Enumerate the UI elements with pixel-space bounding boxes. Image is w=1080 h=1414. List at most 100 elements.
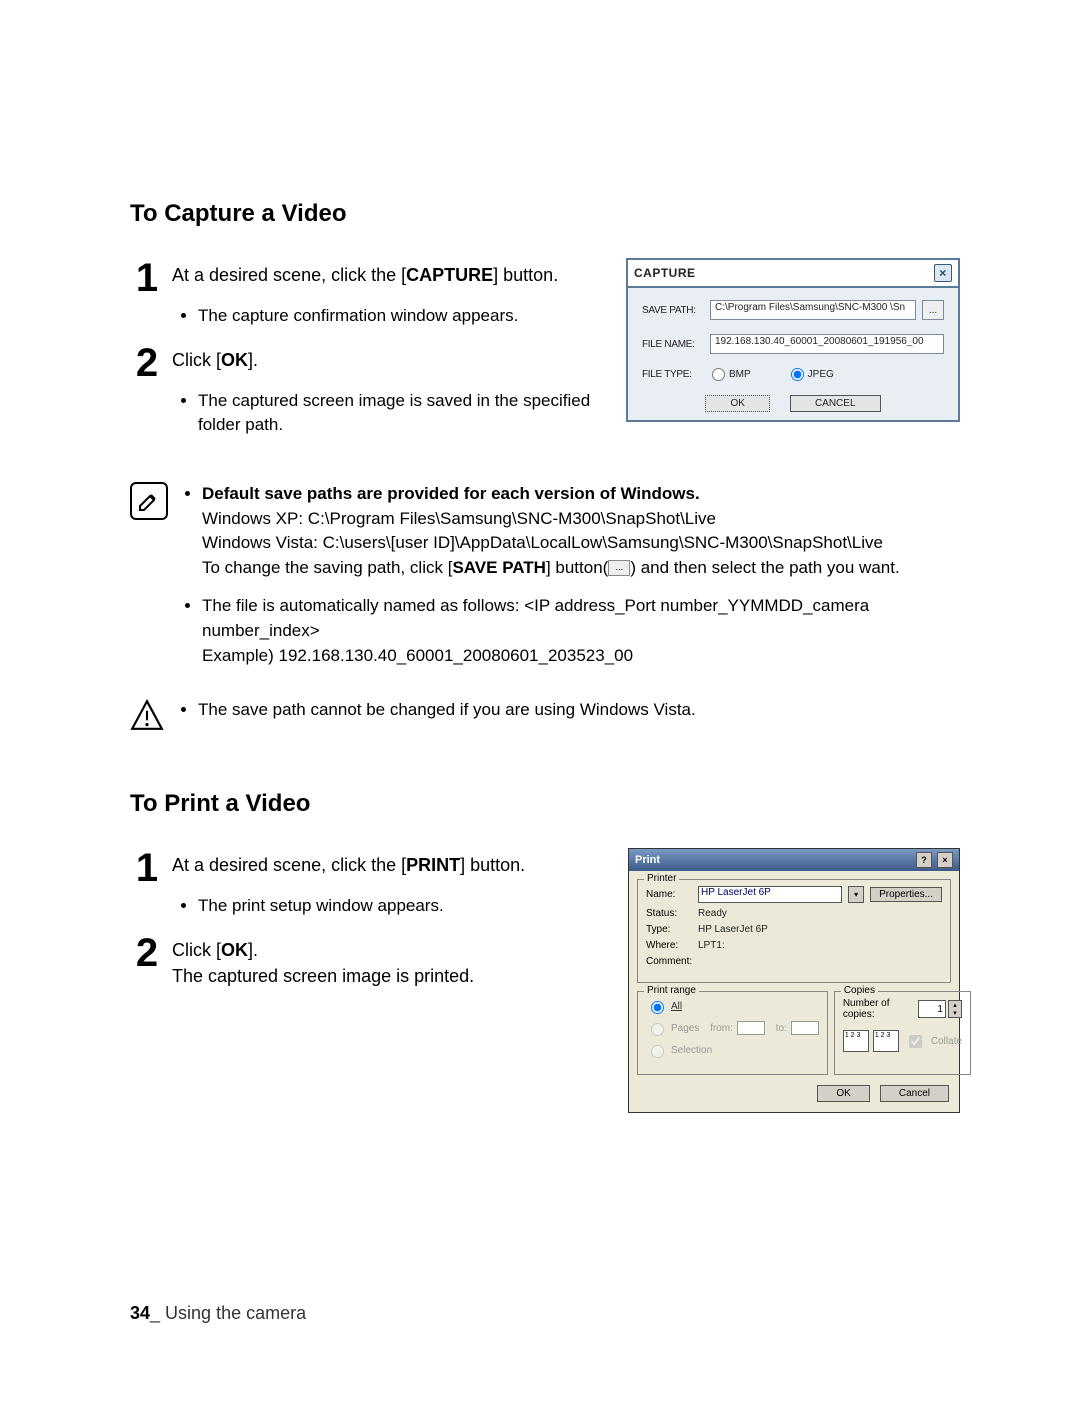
- note-bullet-2: The file is automatically named as follo…: [202, 594, 960, 668]
- printer-fieldset: Printer Name: HP LaserJet 6P ▾ Propertie…: [637, 879, 951, 983]
- note-line: The file is automatically named as follo…: [202, 596, 869, 640]
- collate-icons: 1 2 3 1 2 3: [843, 1030, 899, 1052]
- printer-legend: Printer: [644, 873, 679, 884]
- warning-body: The save path cannot be changed if you a…: [180, 698, 696, 740]
- file-type-jpeg[interactable]: JPEG: [791, 368, 834, 381]
- radio-pages: [651, 1023, 664, 1036]
- ok-keyword: OK: [221, 350, 248, 370]
- note-line: Windows Vista: C:\users\[user ID]\AppDat…: [202, 533, 883, 552]
- file-name-input[interactable]: 192.168.130.40_60001_20080601_191956_00: [710, 334, 944, 354]
- capture-step-1: 1 At a desired scene, click the [CAPTURE…: [130, 258, 596, 298]
- step-number: 1: [130, 848, 164, 888]
- text: ].: [248, 350, 258, 370]
- collate-icon: 1 2 3: [843, 1030, 869, 1052]
- file-type-label: FILE TYPE:: [642, 369, 704, 380]
- radio-label: BMP: [729, 369, 751, 380]
- close-icon[interactable]: ×: [937, 852, 953, 868]
- copies-label: Number of copies:: [843, 998, 918, 1020]
- print-range-fieldset: Print range All Pages from: to: Selectio…: [637, 991, 828, 1075]
- footer-sep: _: [150, 1303, 165, 1323]
- range-pages-label: Pages: [671, 1023, 699, 1034]
- where-value: LPT1:: [698, 940, 725, 951]
- help-icon[interactable]: ?: [916, 852, 932, 868]
- capture-keyword: CAPTURE: [406, 265, 493, 285]
- sub-bullet: The capture confirmation window appears.: [198, 304, 596, 329]
- warning-icon: [130, 698, 164, 740]
- text: Click [: [172, 350, 221, 370]
- note-line: To change the saving path, click [: [202, 558, 452, 577]
- radio-label: JPEG: [808, 369, 834, 380]
- text: ].: [248, 940, 258, 960]
- step-text: At a desired scene, click the [PRINT] bu…: [172, 848, 525, 878]
- print-keyword: PRINT: [406, 855, 460, 875]
- cancel-button[interactable]: Cancel: [880, 1085, 949, 1102]
- step-number: 2: [130, 343, 164, 383]
- page-footer: 34_ Using the camera: [130, 1303, 306, 1324]
- copies-spinner[interactable]: ▴▾: [918, 1000, 962, 1018]
- comment-label: Comment:: [646, 956, 692, 967]
- note-line: ] button(: [546, 558, 608, 577]
- radio-bmp[interactable]: [712, 368, 725, 381]
- step-text: Click [OK].: [172, 343, 258, 373]
- status-label: Status:: [646, 908, 692, 919]
- radio-all[interactable]: [651, 1001, 664, 1014]
- ok-button[interactable]: OK: [705, 395, 769, 412]
- warning-block: The save path cannot be changed if you a…: [130, 698, 960, 740]
- printer-name-select[interactable]: HP LaserJet 6P: [698, 886, 842, 903]
- properties-button[interactable]: Properties...: [870, 887, 942, 902]
- step-number: 1: [130, 258, 164, 298]
- from-label: from:: [710, 1023, 733, 1034]
- capture-left-column: 1 At a desired scene, click the [CAPTURE…: [130, 258, 596, 452]
- close-icon[interactable]: ×: [934, 264, 952, 282]
- section-heading-print: To Print a Video: [130, 790, 960, 818]
- save-path-label: SAVE PATH:: [642, 305, 704, 316]
- text: Click [: [172, 940, 221, 960]
- chevron-down-icon[interactable]: ▾: [848, 886, 864, 903]
- text: ] button.: [460, 855, 525, 875]
- warning-bullet: The save path cannot be changed if you a…: [198, 698, 696, 723]
- collate-checkbox: [909, 1035, 922, 1048]
- print-left-column: 1 At a desired scene, click the [PRINT] …: [130, 848, 598, 995]
- note-icon: [130, 482, 168, 520]
- capture-dialog: CAPTURE × SAVE PATH: C:\Program Files\Sa…: [626, 258, 960, 422]
- print-step-2: 2 Click [OK]. The captured screen image …: [130, 933, 598, 989]
- save-path-input[interactable]: C:\Program Files\Samsung\SNC-M300 \Sn: [710, 300, 916, 320]
- text: At a desired scene, click the [: [172, 855, 406, 875]
- file-type-radios: BMP JPEG: [710, 368, 834, 381]
- footer-chapter: Using the camera: [165, 1303, 306, 1323]
- copies-input[interactable]: [918, 1000, 946, 1018]
- browse-icon: ...: [608, 560, 630, 576]
- cancel-button[interactable]: CANCEL: [790, 395, 881, 412]
- range-selection: Selection: [646, 1042, 819, 1058]
- collate-icon: 1 2 3: [873, 1030, 899, 1052]
- note-bullet-1: Default save paths are provided for each…: [202, 482, 960, 581]
- step-text: At a desired scene, click the [CAPTURE] …: [172, 258, 558, 288]
- note-line: Windows XP: C:\Program Files\Samsung\SNC…: [202, 509, 716, 528]
- range-all-label: All: [671, 1001, 682, 1012]
- range-all[interactable]: All: [646, 998, 819, 1014]
- ok-button[interactable]: OK: [817, 1085, 869, 1102]
- type-value: HP LaserJet 6P: [698, 924, 768, 935]
- file-type-bmp[interactable]: BMP: [712, 368, 751, 381]
- browse-button[interactable]: ...: [922, 300, 944, 320]
- print-dialog: Print ? × Printer Name: HP LaserJet 6P ▾…: [628, 848, 960, 1113]
- note-body: Default save paths are provided for each…: [184, 482, 960, 682]
- spinner-buttons[interactable]: ▴▾: [948, 1000, 962, 1018]
- print-dialog-titlebar: Print ? ×: [629, 849, 959, 871]
- radio-selection: [651, 1045, 664, 1058]
- text: ] button.: [493, 265, 558, 285]
- capture-step-1-sub: The capture confirmation window appears.: [194, 304, 596, 329]
- radio-jpeg[interactable]: [791, 368, 804, 381]
- step-text: Click [OK]. The captured screen image is…: [172, 933, 474, 989]
- capture-step-2-sub: The captured screen image is saved in th…: [194, 389, 596, 438]
- capture-step-2: 2 Click [OK].: [130, 343, 596, 383]
- print-step-1-sub: The print setup window appears.: [194, 894, 598, 919]
- note-bold: Default save paths are provided for each…: [202, 484, 700, 503]
- range-legend: Print range: [644, 985, 699, 996]
- note-block: Default save paths are provided for each…: [130, 482, 960, 682]
- copies-legend: Copies: [841, 985, 878, 996]
- section-heading-capture: To Capture a Video: [130, 200, 960, 228]
- note-line: Example) 192.168.130.40_60001_20080601_2…: [202, 646, 633, 665]
- capture-dialog-title: CAPTURE: [634, 266, 696, 280]
- file-name-label: FILE NAME:: [642, 339, 704, 350]
